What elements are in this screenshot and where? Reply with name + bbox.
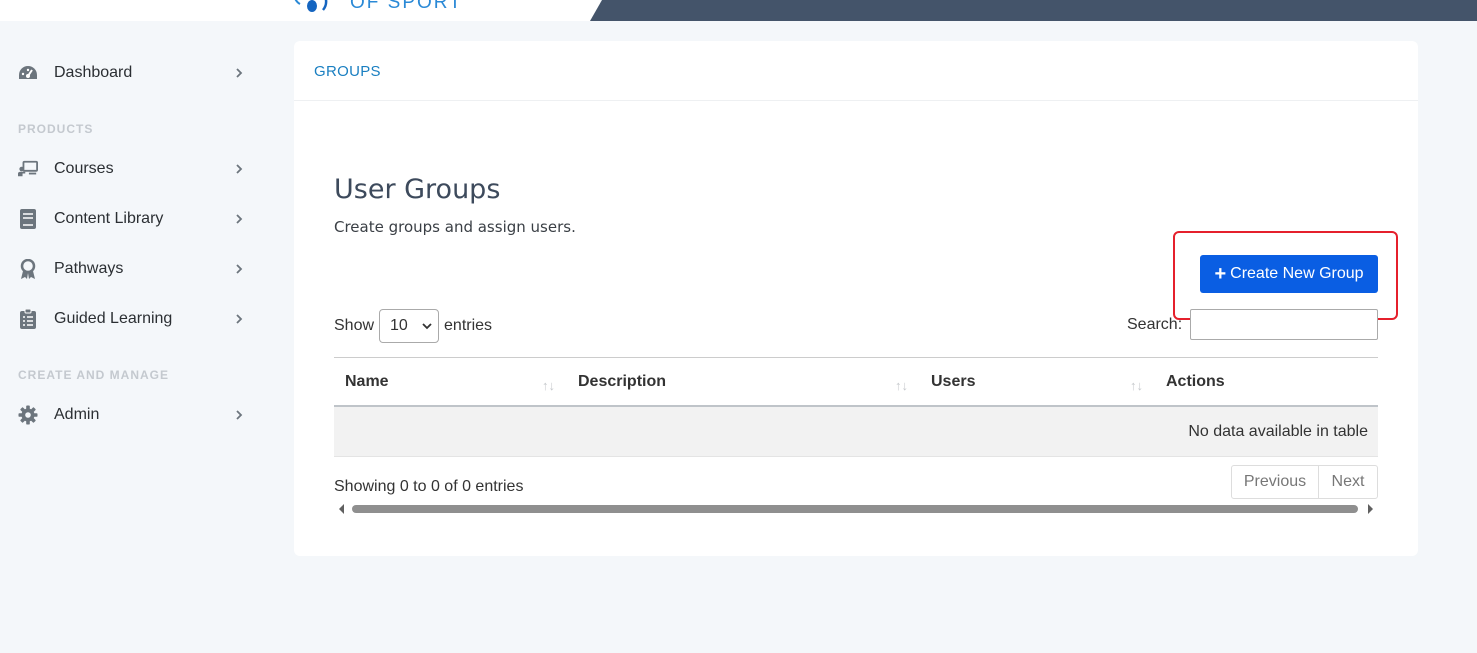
sidebar-item-courses[interactable]: Courses (0, 151, 270, 187)
sidebar-item-guided-learning[interactable]: Guided Learning (0, 301, 270, 337)
gauge-icon (18, 63, 38, 83)
sidebar-item-label: Admin (54, 406, 100, 423)
page-size-control: Show 10 entries (334, 309, 492, 343)
sidebar-item-label: Pathways (54, 260, 124, 277)
page-title: User Groups (334, 174, 501, 205)
sidebar-item-admin[interactable]: Admin (0, 397, 270, 433)
chevron-down-icon (422, 323, 432, 330)
clipboard-list-icon (18, 309, 38, 329)
chevron-right-icon (236, 214, 243, 224)
plus-icon: + (1214, 263, 1227, 285)
chevron-right-icon (236, 314, 243, 324)
sidebar-section-products: PRODUCTS (18, 122, 94, 136)
sidebar-item-dashboard[interactable]: Dashboard (0, 55, 270, 91)
create-new-group-button[interactable]: + Create New Group (1200, 255, 1378, 293)
page-size-value: 10 (390, 317, 408, 334)
card-header: GROUPS (294, 41, 1418, 101)
search-label: Search: (1127, 316, 1183, 333)
sidebar-item-label: Content Library (54, 210, 164, 227)
chevron-right-icon (236, 164, 243, 174)
top-bar-dark-panel (590, 0, 1477, 21)
page-subtitle: Create groups and assign users. (334, 218, 576, 236)
next-button[interactable]: Next (1319, 466, 1377, 498)
column-header-users[interactable]: Users (931, 358, 1151, 406)
empty-message: No data available in table (1188, 422, 1368, 440)
column-header-description[interactable]: Description (578, 358, 918, 406)
chevron-right-icon (236, 264, 243, 274)
breadcrumb[interactable]: GROUPS (314, 63, 381, 80)
column-header-actions: Actions (1166, 358, 1366, 406)
sort-icon: ↑↓ (895, 378, 908, 393)
table-header: Name ↑↓ Description ↑↓ Users ↑↓ Actions (334, 357, 1378, 407)
table-info: Showing 0 to 0 of 0 entries (334, 478, 524, 495)
sidebar-item-label: Courses (54, 160, 114, 177)
logo-mark-icon (294, 0, 328, 12)
sidebar-item-pathways[interactable]: Pathways (0, 251, 270, 287)
show-label: Show (334, 317, 375, 334)
scroll-right-icon[interactable] (1368, 504, 1373, 514)
sort-icon: ↑↓ (542, 378, 555, 393)
column-label: Actions (1166, 373, 1225, 390)
column-header-name[interactable]: Name (345, 358, 570, 406)
scroll-left-icon[interactable] (339, 504, 344, 514)
scrollbar-thumb[interactable] (352, 505, 1358, 513)
sidebar-item-label: Guided Learning (54, 310, 173, 327)
presentation-icon (18, 159, 38, 179)
table-empty-row: No data available in table (334, 407, 1378, 457)
sidebar-item-label: Dashboard (54, 64, 133, 81)
chevron-right-icon (236, 410, 243, 420)
gear-icon (18, 405, 38, 425)
search-input[interactable] (1190, 309, 1378, 340)
column-label: Users (931, 373, 976, 390)
entries-label: entries (444, 317, 493, 334)
column-label: Description (578, 373, 667, 390)
sort-icon: ↑↓ (1130, 378, 1143, 393)
horizontal-scrollbar[interactable] (334, 502, 1378, 516)
pagination: Previous Next (1231, 465, 1378, 499)
top-bar: OF SPORT (0, 0, 1477, 21)
chevron-right-icon (236, 68, 243, 78)
previous-button[interactable]: Previous (1232, 466, 1319, 498)
create-new-group-label: Create New Group (1230, 265, 1364, 282)
sidebar-item-content-library[interactable]: Content Library (0, 201, 270, 237)
groups-card: GROUPS User Groups Create groups and ass… (294, 41, 1418, 556)
page-size-select[interactable]: 10 (379, 309, 440, 343)
sidebar-section-create-and-manage: CREATE AND MANAGE (18, 368, 169, 382)
award-icon (18, 259, 38, 279)
book-icon (18, 209, 38, 229)
groups-table: Name ↑↓ Description ↑↓ Users ↑↓ Actions … (334, 357, 1378, 457)
column-label: Name (345, 373, 389, 390)
logo-text: OF SPORT (350, 0, 463, 13)
sidebar: Dashboard PRODUCTS Courses Content Libra… (0, 21, 270, 653)
